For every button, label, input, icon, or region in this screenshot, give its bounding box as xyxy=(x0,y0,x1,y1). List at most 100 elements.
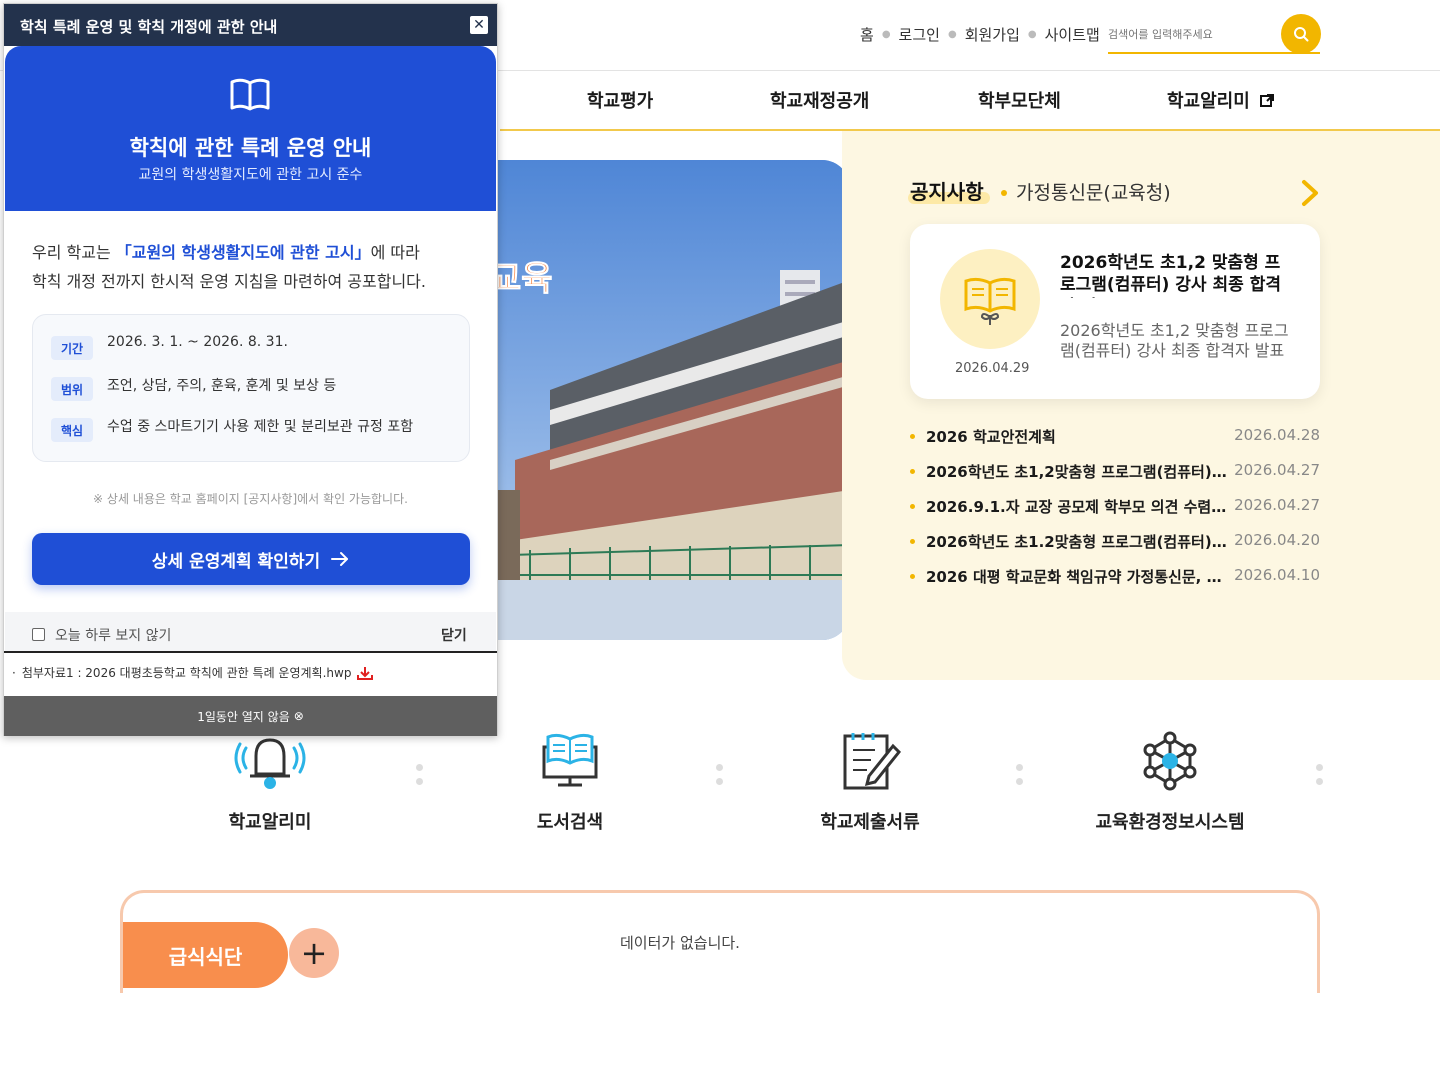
attachment-link[interactable]: · 첨부자료1 : 2026 대평초등학교 학칙에 관한 특례 운영계획.hwp xyxy=(12,664,374,681)
quick-school-info[interactable]: 학교알리미 xyxy=(170,728,370,838)
notice-date: 2026.04.28 xyxy=(1234,426,1320,444)
document-pen-icon xyxy=(830,728,910,794)
utility-links: 홈 ● 로그인 ● 회원가입 ● 사이트맵 xyxy=(860,22,1100,46)
bullet xyxy=(910,434,915,439)
featured-desc: 2026학년도 초1,2 맞춤형 프로그램(컴퓨터) 강사 최종 합격자 발표입… xyxy=(1060,321,1289,360)
body-text: 학칙 개정 전까지 한시적 운영 지침을 마련하여 공포합니다. xyxy=(32,272,426,291)
info-text: 수업 중 스마트기기 사용 제한 및 분리보관 규정 포함 xyxy=(107,419,414,435)
dont-open-day-button[interactable]: 1일동안 열지 않음 ⊗ xyxy=(4,696,497,736)
featured-notice-card[interactable]: 2026.04.29 2026학년도 초1,2 맞춤형 프로그램(컴퓨터) 강사… xyxy=(910,224,1320,399)
arrow-right-icon xyxy=(331,552,349,566)
info-text: 2026. 3. 1. ~ 2026. 8. 31. xyxy=(107,334,288,350)
popup-titlebar: 학칙 특례 운영 및 학칙 개정에 관한 안내 xyxy=(4,4,497,46)
notice-date: 2026.04.27 xyxy=(1234,496,1320,514)
nav-school-evaluation[interactable]: 학교평가 xyxy=(587,87,653,113)
search-icon xyxy=(1294,27,1309,42)
notice-date: 2026.04.10 xyxy=(1234,566,1320,584)
popup-divider xyxy=(4,651,497,653)
tab-notices[interactable]: 공지사항 xyxy=(910,176,984,205)
meal-empty-message: 데이터가 없습니다. xyxy=(620,934,740,952)
notice-title: 2026학년도 초1.2맞춤형 프로그램(컴퓨터) 강사 채용 xyxy=(926,533,1228,551)
notice-item[interactable]: 2026학년도 초1,2맞춤형 프로그램(컴퓨터) 강사 모집 2026.04.2… xyxy=(910,461,1320,483)
separator-dots xyxy=(1316,764,1324,792)
separator-dot: ● xyxy=(947,28,957,40)
info-box: 기간 2026. 3. 1. ~ 2026. 8. 31. 범위 조언, 상담,… xyxy=(32,314,470,462)
nav-finance-disclosure[interactable]: 학교재정공개 xyxy=(770,87,869,113)
nav-school-info[interactable]: 학교알리미 xyxy=(1167,87,1275,113)
main-nav: 학교평가 학교재정공개 학부모단체 학교알리미 xyxy=(500,71,1440,131)
attachment-name: 첨부자료1 : 2026 대평초등학교 학칙에 관한 특례 운영계획.hwp xyxy=(21,666,352,680)
bullet xyxy=(910,539,915,544)
home-link[interactable]: 홈 xyxy=(860,24,874,45)
notice-title: 2026 학교안전계획 xyxy=(926,428,1056,446)
bell-icon xyxy=(230,728,310,794)
popup-subheading: 교원의 학생생활지도에 관한 고시 준수 xyxy=(138,167,363,183)
featured-date: 2026.04.29 xyxy=(955,361,1030,376)
close-circle-icon: ⊗ xyxy=(293,709,304,723)
quick-label: 학교제출서류 xyxy=(820,812,920,833)
notice-popup: 학칙 특례 운영 및 학칙 개정에 관한 안내 ✕ 학칙에 관한 특례 운영 안… xyxy=(3,3,498,736)
cta-label: 상세 운영계획 확인하기 xyxy=(151,551,321,572)
bullet: · xyxy=(12,665,16,680)
popup-body: 우리 학교는 「교원의 학생생활지도에 관한 고시」에 따라 학칙 개정 전까지… xyxy=(32,238,472,296)
close-icon[interactable]: ✕ xyxy=(470,16,488,34)
dont-show-today-label[interactable]: 오늘 하루 보지 않기 xyxy=(55,625,171,645)
notice-item[interactable]: 2026학년도 초1.2맞춤형 프로그램(컴퓨터) 강사 채용 2026.04.2… xyxy=(910,531,1320,553)
view-plan-button[interactable]: 상세 운영계획 확인하기 xyxy=(32,533,470,585)
info-text: 조언, 상담, 주의, 훈육, 훈계 및 보상 등 xyxy=(107,378,337,394)
body-highlight: 「교원의 학생생활지도에 관한 고시」 xyxy=(115,243,371,262)
meal-title: 급식식단 xyxy=(123,922,288,988)
external-link-icon xyxy=(1260,94,1275,107)
notice-item[interactable]: 2026 대평 학교문화 책임규약 가정통신문, 안내 2026.04.10 xyxy=(910,566,1320,588)
sitemap-link[interactable]: 사이트맵 xyxy=(1045,24,1100,45)
open-book-plant-icon xyxy=(940,249,1040,349)
popup-heading: 학칙에 관한 특례 운영 안내 xyxy=(129,136,372,160)
separator-dots xyxy=(416,764,424,792)
featured-title: 2026학년도 초1,2 맞춤형 프로그램(컴퓨터) 강사 최종 합격자 발표 xyxy=(1060,253,1281,298)
tab-dot xyxy=(1001,190,1007,196)
notice-date: 2026.04.20 xyxy=(1234,531,1320,549)
popup-note: ※ 상세 내용은 학교 홈페이지 [공지사항]에서 확인 가능합니다. xyxy=(93,492,408,506)
more-arrow-icon[interactable] xyxy=(1298,178,1322,208)
dont-open-day-label: 1일동안 열지 않음 xyxy=(197,709,290,724)
quick-library-search[interactable]: 도서검색 xyxy=(470,728,670,838)
book-icon xyxy=(230,78,270,111)
meal-more-button[interactable]: + xyxy=(289,928,339,978)
bullet xyxy=(910,574,915,579)
nav-parent-groups[interactable]: 학부모단체 xyxy=(978,87,1061,113)
popup-header: 학칙에 관한 특례 운영 안내 교원의 학생생활지도에 관한 고시 준수 xyxy=(5,46,496,211)
quick-edu-env-system[interactable]: 교육환경정보시스템 xyxy=(1070,728,1270,838)
quick-label: 교육환경정보시스템 xyxy=(1095,812,1245,833)
dont-show-today-checkbox[interactable] xyxy=(32,628,45,641)
separator-dots xyxy=(1016,764,1024,792)
download-icon xyxy=(357,666,374,680)
notice-item[interactable]: 2026 학교안전계획 2026.04.28 xyxy=(910,426,1320,448)
search-button[interactable] xyxy=(1281,14,1321,54)
notice-item[interactable]: 2026.9.1.자 교장 공모제 학부모 의견 수렴 안내 2026.04.27 xyxy=(910,496,1320,518)
signup-link[interactable]: 회원가입 xyxy=(965,24,1020,45)
nav-school-info-label: 학교알리미 xyxy=(1167,91,1250,112)
bullet xyxy=(910,504,915,509)
close-button[interactable]: 닫기 xyxy=(441,625,467,645)
info-tag: 범위 xyxy=(51,377,93,401)
separator-dots xyxy=(716,764,724,792)
notice-date: 2026.04.27 xyxy=(1234,461,1320,479)
quick-label: 도서검색 xyxy=(536,812,604,833)
hero-slogan: 교육 xyxy=(490,259,553,299)
notice-title: 2026학년도 초1,2맞춤형 프로그램(컴퓨터) 강사 모집 xyxy=(926,463,1228,481)
popup-content: 학칙에 관한 특례 운영 안내 교원의 학생생활지도에 관한 고시 준수 우리 … xyxy=(5,46,496,652)
page-bottom xyxy=(0,993,1440,1080)
info-tag: 기간 xyxy=(51,336,93,360)
search-input[interactable] xyxy=(1108,22,1278,46)
popup-footer: 오늘 하루 보지 않기 닫기 xyxy=(5,612,496,652)
login-link[interactable]: 로그인 xyxy=(899,24,940,45)
network-icon xyxy=(1130,728,1210,794)
notice-title: 2026 대평 학교문화 책임규약 가정통신문, 안내 xyxy=(926,568,1228,586)
tab-newsletter[interactable]: 가정통신문(교육청) xyxy=(1016,178,1171,205)
quick-school-documents[interactable]: 학교제출서류 xyxy=(770,728,970,838)
quick-label: 학교알리미 xyxy=(228,812,312,833)
notice-title: 2026.9.1.자 교장 공모제 학부모 의견 수렴 안내 xyxy=(926,498,1228,516)
separator-dot: ● xyxy=(1027,28,1037,40)
body-text: 에 따라 xyxy=(370,243,420,262)
body-text: 우리 학교는 xyxy=(32,243,116,262)
